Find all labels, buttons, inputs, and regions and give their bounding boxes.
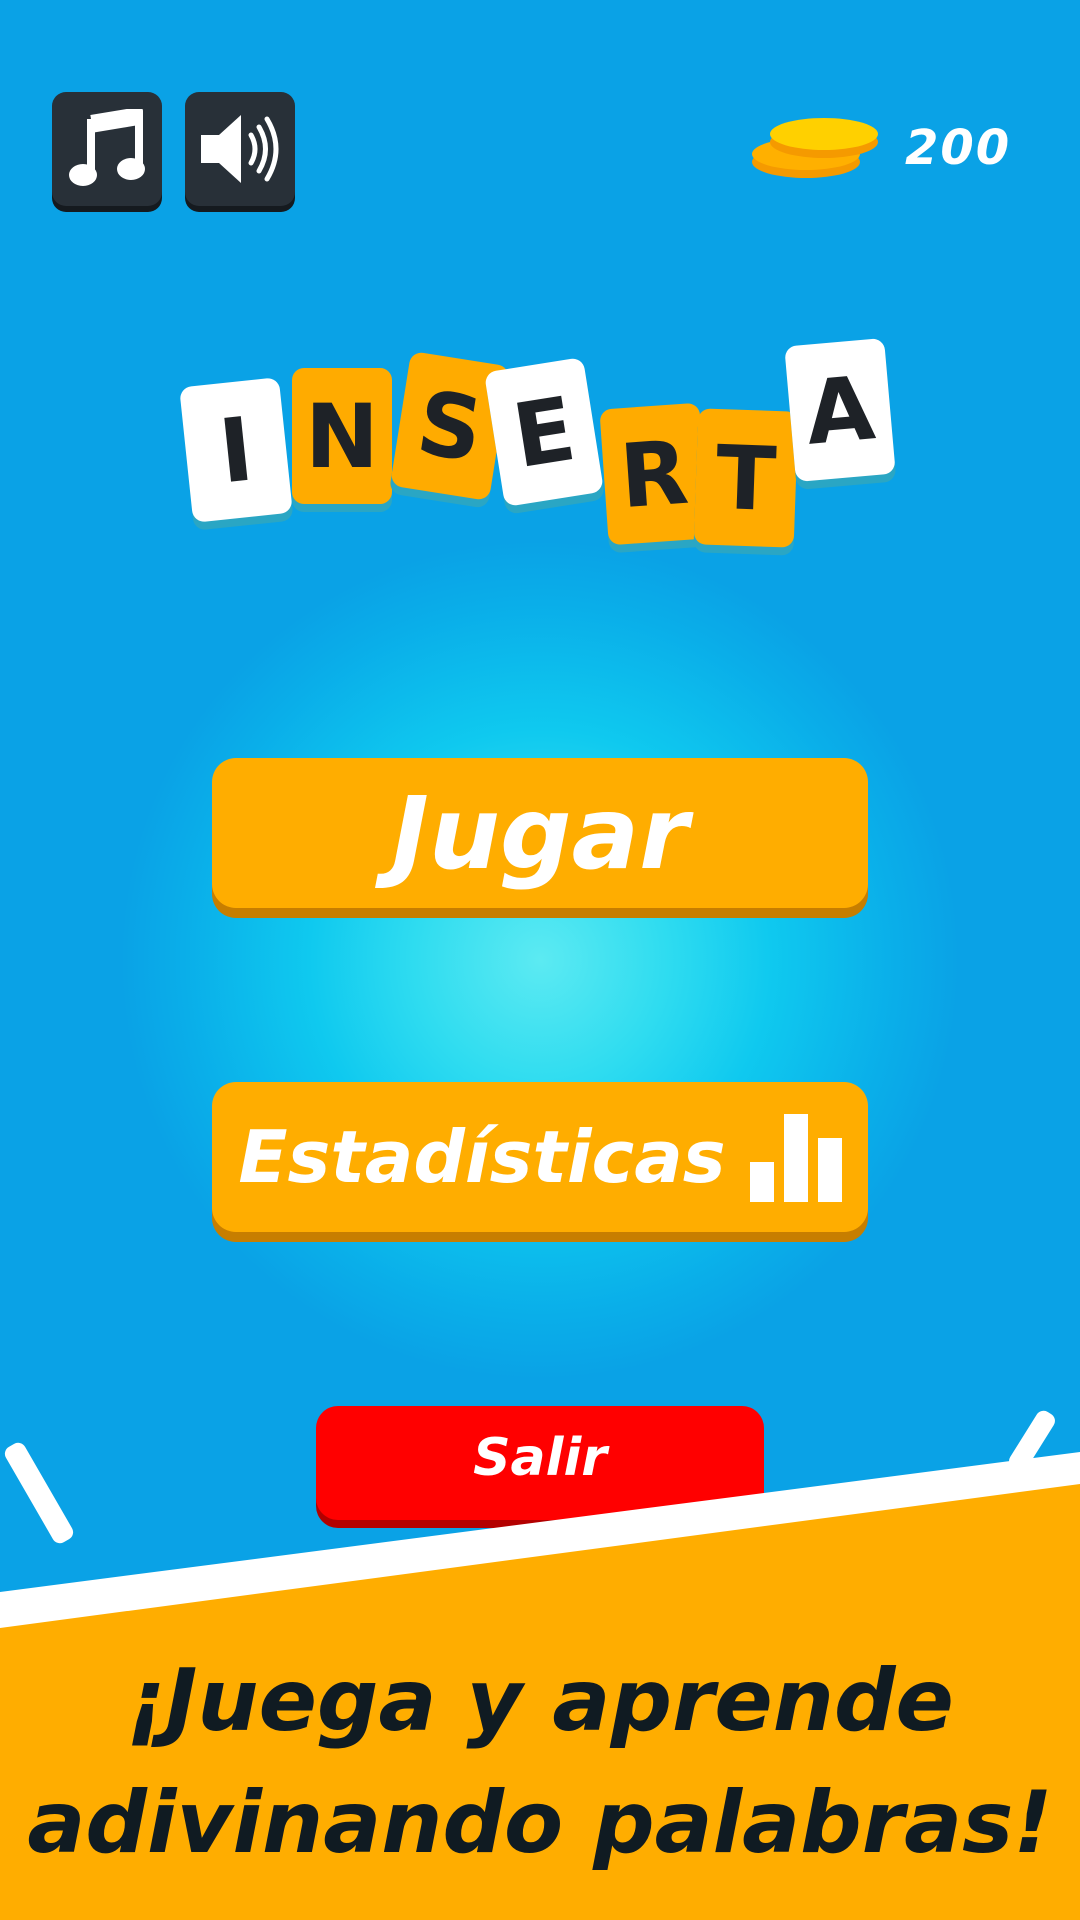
promo-tagline: ¡Juega y aprende adivinando palabras! bbox=[0, 1640, 1080, 1884]
music-toggle-button[interactable] bbox=[52, 92, 162, 206]
music-note-icon bbox=[69, 109, 145, 186]
logo-letter-tile: R bbox=[599, 402, 709, 546]
logo-letter-tile: A bbox=[784, 337, 896, 483]
bar-chart-icon bbox=[749, 1114, 842, 1202]
logo-letter-tile: T bbox=[693, 408, 799, 548]
logo-letter-tile: E bbox=[483, 357, 605, 507]
speaker-icon bbox=[201, 115, 279, 183]
play-button[interactable]: Jugar bbox=[212, 758, 868, 908]
coin-count: 200 bbox=[905, 120, 1012, 176]
statistics-button[interactable]: Estadísticas bbox=[212, 1082, 868, 1232]
statistics-button-label: Estadísticas bbox=[238, 1115, 726, 1199]
promo-line-2: adivinando palabras! bbox=[27, 1773, 1053, 1873]
play-button-label: Jugar bbox=[391, 774, 689, 892]
sound-toggle-button[interactable] bbox=[185, 92, 295, 206]
coins-icon bbox=[752, 118, 878, 178]
logo-letter-tile: I bbox=[179, 377, 293, 523]
logo-letter-tile: N bbox=[292, 368, 392, 504]
promo-line-1: ¡Juega y aprende bbox=[126, 1651, 954, 1751]
